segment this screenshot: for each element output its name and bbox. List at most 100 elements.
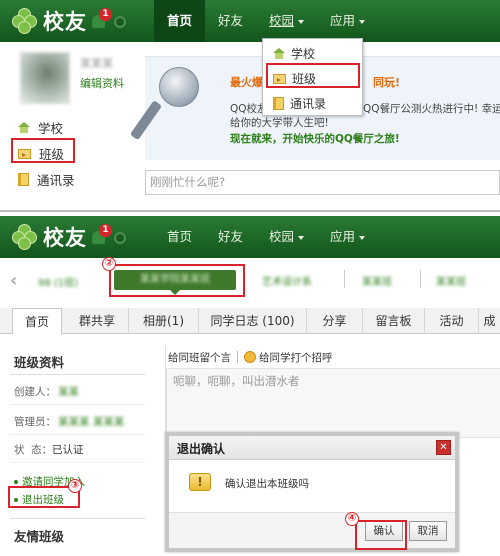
- banner-cta[interactable]: 现在就来，开始快乐的QQ餐厅之旅!: [230, 131, 400, 146]
- smiley-icon: [244, 351, 256, 363]
- highlight-class-sidebar: [11, 138, 75, 163]
- clover-icon: [12, 8, 38, 34]
- gear-icon[interactable]: [114, 231, 126, 244]
- close-button[interactable]: ✕: [436, 440, 451, 455]
- sidebar-title: 班级资料: [14, 355, 65, 370]
- nav-apps-label: 应用: [330, 13, 356, 28]
- home-icon: [18, 122, 30, 133]
- clover-icon: [12, 224, 38, 250]
- class-item-3[interactable]: 某某班: [436, 273, 466, 288]
- dropdown-item-school-label: 学校: [291, 47, 316, 61]
- bullet-icon: [14, 479, 18, 484]
- banner-title-right: 同玩!: [373, 76, 401, 89]
- top-navbar: 校友 1 首页 好友 校园 应用: [0, 0, 500, 42]
- contacts-book-icon: [18, 173, 29, 186]
- class-prev[interactable]: 98 (1班): [38, 274, 78, 289]
- highlight-confirm-button: [355, 520, 407, 550]
- warning-icon: !: [189, 473, 211, 491]
- banner-title-left: 最火爆: [230, 76, 263, 89]
- nav-campus[interactable]: 校园: [256, 0, 317, 42]
- logo-text: 校友: [43, 10, 87, 34]
- qq-xiaoyou-logo[interactable]: 校友: [12, 6, 87, 36]
- creator-value[interactable]: 某某: [58, 384, 79, 399]
- panel-2: 校友 1 首页 好友 校园 应用 ‹ 98 (1班) 某某学院某某班 ② 艺术设…: [0, 216, 500, 556]
- side-item-contacts-label: 通讯录: [37, 173, 75, 188]
- tab-guestbook[interactable]: 留言板: [362, 308, 424, 334]
- message-tabs: 给同班留个言 给同学打个招呼: [166, 346, 500, 368]
- chevron-down-icon: [298, 19, 305, 24]
- side-item-contacts[interactable]: 通讯录: [18, 170, 75, 189]
- class-sidebar: 班级资料 创建人： 某某 管理员： 某某某 某某某 状 态： 已认证 邀请同学加…: [8, 346, 145, 556]
- panel-1: 校友 1 首页 好友 校园 应用 某某某 编辑资料 学校 班级 通讯录 最火爆 …: [0, 0, 500, 200]
- user-name: 某某某: [80, 57, 113, 70]
- class-item-1[interactable]: 艺术设计系: [262, 273, 312, 288]
- microphone-handle-icon: [129, 100, 163, 141]
- tab-home[interactable]: 首页: [12, 308, 62, 334]
- nav-home[interactable]: 首页: [154, 0, 206, 42]
- divider: [10, 404, 145, 405]
- message-textarea[interactable]: 呃聊，呃聊，叫出潜水者: [166, 368, 500, 438]
- side-item-school-label: 学校: [38, 121, 64, 136]
- close-icon: ✕: [439, 442, 448, 453]
- nav-home[interactable]: 首页: [154, 216, 205, 258]
- separator: [344, 270, 345, 288]
- dialog-header: 退出确认 ✕: [169, 436, 455, 460]
- chevron-down-icon: [359, 19, 366, 24]
- highlight-class-current: [109, 264, 245, 297]
- nav-friends[interactable]: 好友: [205, 216, 256, 258]
- separator: [420, 270, 421, 288]
- class-switcher: ‹ 98 (1班) 某某学院某某班 ② 艺术设计系 某某班 某某班: [0, 257, 500, 304]
- contacts-book-icon: [273, 97, 284, 110]
- home-icon: [273, 48, 285, 59]
- chevron-left-icon[interactable]: ‹: [10, 270, 17, 291]
- tab-share[interactable]: 分享: [306, 308, 362, 334]
- banner-body-line2: 给你的大学带人生吧!: [230, 117, 329, 129]
- friend-class-title: 友情班级: [14, 529, 65, 544]
- dialog-footer: 确认 取消: [169, 512, 455, 548]
- status-placeholder: 刚刚忙什么呢?: [150, 175, 226, 189]
- tab-greet[interactable]: 给同学打个招呼: [259, 350, 333, 365]
- banner-body-right: QQ餐厅公测火热进行中! 幸运: [363, 103, 500, 115]
- dropdown-item-contacts[interactable]: 通讯录: [273, 95, 326, 112]
- tab-activities[interactable]: 活动: [424, 308, 478, 334]
- dialog-message: 确认退出本班级吗: [225, 478, 309, 490]
- tab-more[interactable]: 成: [478, 308, 500, 334]
- notification-badge: 1: [99, 224, 112, 237]
- dropdown-item-school[interactable]: 学校: [273, 45, 315, 62]
- step-4-marker: ④: [345, 512, 359, 526]
- nav-apps[interactable]: 应用: [317, 0, 378, 42]
- creator-label: 创建人：: [14, 386, 56, 398]
- dropdown-item-contacts-label: 通讯录: [290, 97, 327, 111]
- qq-xiaoyou-logo[interactable]: 校友: [12, 222, 87, 252]
- cancel-button[interactable]: 取消: [409, 521, 447, 541]
- tab-group-share[interactable]: 群共享: [66, 308, 128, 334]
- avatar[interactable]: [20, 52, 70, 104]
- top-navbar-2: 校友 1 首页 好友 校园 应用: [0, 216, 500, 258]
- tab-album[interactable]: 相册(1): [128, 308, 198, 334]
- nav-campus-label: 校园: [269, 13, 295, 28]
- chevron-down-icon: [298, 235, 305, 240]
- nav-apps[interactable]: 应用: [317, 216, 378, 258]
- edit-profile-link[interactable]: 编辑资料: [80, 75, 124, 91]
- admin-value[interactable]: 某某某 某某某: [58, 414, 124, 429]
- divider: [10, 374, 145, 375]
- nav-campus[interactable]: 校园: [256, 216, 317, 258]
- tab-leave-message[interactable]: 给同班留个言: [168, 350, 231, 365]
- microphone-icon: [159, 67, 199, 107]
- status-label: 状 态：: [14, 444, 53, 456]
- nav-friends[interactable]: 好友: [205, 0, 256, 42]
- class-tabs: 首页 群共享 相册(1) 同学日志 (100) 分享 留言板 活动 成: [0, 308, 500, 334]
- divider: [10, 434, 145, 435]
- cancel-button-label: 取消: [417, 525, 439, 537]
- side-item-school[interactable]: 学校: [18, 118, 63, 137]
- quit-confirm-dialog: 退出确认 ✕ ! 确认退出本班级吗 确认 取消: [165, 432, 459, 552]
- status-input[interactable]: 刚刚忙什么呢?: [145, 170, 500, 195]
- divider: [10, 518, 145, 519]
- nav-apps-label: 应用: [330, 229, 356, 244]
- gear-icon[interactable]: [114, 15, 126, 28]
- tab-blogs[interactable]: 同学日志 (100): [198, 308, 306, 334]
- divider: [0, 210, 500, 212]
- class-item-2[interactable]: 某某班: [362, 273, 392, 288]
- dialog-title: 退出确认: [177, 442, 226, 456]
- logo-text: 校友: [43, 226, 87, 250]
